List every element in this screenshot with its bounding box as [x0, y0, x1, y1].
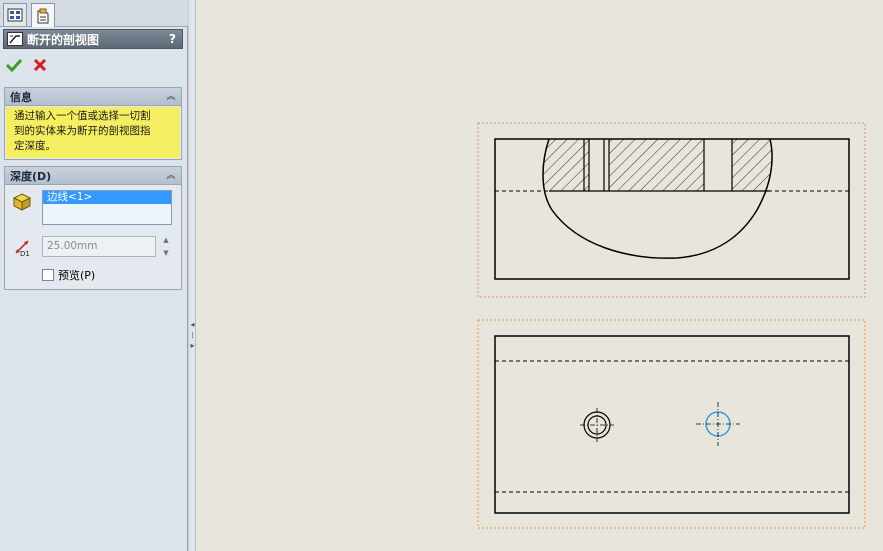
top-view[interactable] — [477, 319, 866, 529]
property-manager-title: 断开的剖视图 — [27, 32, 100, 47]
selected-edge-item[interactable]: 边线<1> — [43, 191, 171, 204]
view-boundary — [477, 319, 866, 529]
counterbore-hole[interactable] — [580, 408, 614, 442]
hatched-section-area — [543, 139, 772, 191]
info-group-header[interactable]: 信息 ︽ — [5, 88, 181, 106]
depth-value-input[interactable]: 25.00mm — [42, 236, 156, 257]
info-line: 通过输入一个值或选择一切割 — [14, 110, 151, 122]
depth-group-header[interactable]: 深度(D) ︽ — [5, 167, 181, 185]
feature-manager-tab[interactable] — [3, 3, 27, 26]
drawing-canvas[interactable] — [197, 0, 883, 551]
help-button[interactable]: ? — [169, 32, 176, 46]
property-manager-title-bar: 断开的剖视图 ? — [3, 29, 183, 49]
cancel-button[interactable] — [31, 56, 49, 74]
svg-text:D1: D1 — [20, 250, 30, 257]
depth-spinner[interactable]: ▲ ▼ — [160, 236, 172, 257]
feature-tree-icon — [7, 8, 23, 22]
property-manager-tab[interactable] — [31, 3, 55, 27]
splitter-grip-icon[interactable]: ◂ ⁞ ▸ — [189, 320, 196, 350]
action-buttons — [5, 55, 49, 75]
depth-group-title: 深度(D) — [10, 169, 52, 183]
depth-reference-selection-box[interactable]: 边线<1> — [42, 190, 172, 225]
selected-hole-edge[interactable] — [696, 402, 740, 446]
part-outline — [494, 335, 850, 514]
x-icon — [33, 58, 47, 72]
ok-button[interactable] — [5, 56, 23, 74]
spin-up-icon[interactable]: ▲ — [163, 236, 168, 244]
preview-option[interactable]: 预览(P) — [42, 267, 95, 283]
checkmark-icon — [6, 58, 22, 72]
broken-out-section-icon — [7, 32, 23, 46]
section-view[interactable] — [477, 122, 866, 298]
depth-group: 深度(D) ︽ 边线<1> D1 25.00mm ▲ ▼ 预览(P) — [4, 166, 182, 290]
panel-splitter[interactable]: ◂ ⁞ ▸ — [188, 0, 196, 551]
info-line: 定深度。 — [14, 140, 56, 152]
manager-tab-strip — [0, 0, 188, 27]
spin-down-icon[interactable]: ▼ — [163, 249, 168, 257]
info-line: 到的实体来为断开的剖视图指 — [14, 125, 151, 137]
collapse-icon[interactable]: ︽ — [165, 91, 177, 103]
preview-label: 预览(P) — [58, 269, 96, 282]
drawing-sheet — [477, 122, 866, 529]
property-manager-icon — [37, 8, 49, 23]
info-group: 信息 ︽ 通过输入一个值或选择一切割 到的实体来为断开的剖视图指 定深度。 — [4, 87, 182, 160]
info-message: 通过输入一个值或选择一切割 到的实体来为断开的剖视图指 定深度。 — [6, 107, 180, 158]
info-group-title: 信息 — [10, 90, 32, 104]
depth-dimension-icon: D1 — [15, 240, 30, 257]
preview-checkbox[interactable] — [42, 269, 54, 281]
property-manager-panel: 断开的剖视图 ? 信息 ︽ 通过输入一个值或选择一切割 到的实体来为断开的剖视图… — [0, 0, 188, 551]
cube-reference-icon — [12, 193, 32, 211]
collapse-icon[interactable]: ︽ — [165, 170, 177, 182]
